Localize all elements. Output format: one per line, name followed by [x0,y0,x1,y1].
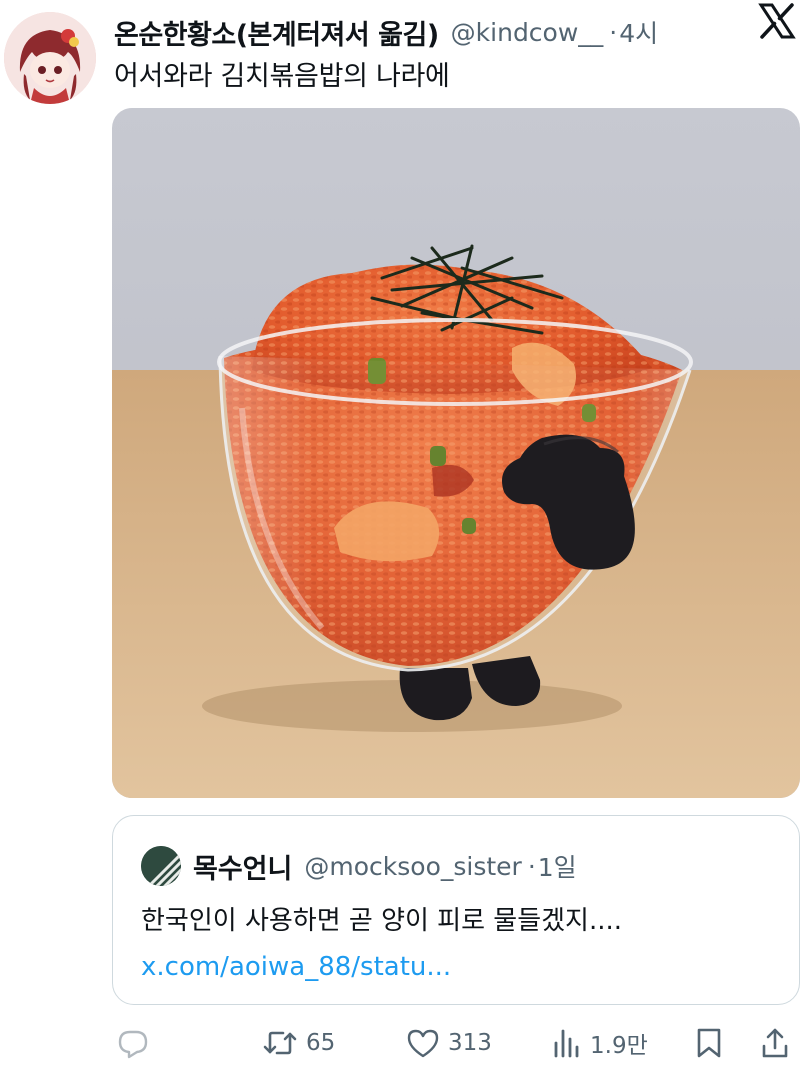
tweet-action-bar: 65 313 1.9만 [112,1018,800,1068]
analytics-icon [554,1029,579,1058]
kimchi-fried-rice-photo [112,108,800,798]
bookmark-button[interactable] [694,1018,724,1068]
tweet-header: 온순한황소(본계터져서 옮김) @kindcow__ · 4시 [114,12,790,52]
like-count: 313 [448,1030,492,1056]
share-button[interactable] [760,1018,790,1068]
tweet-timestamp[interactable]: 4시 [619,14,658,50]
heart-icon [407,1029,439,1058]
retweet-button[interactable]: 65 [262,1018,335,1068]
retweet-count: 65 [306,1030,336,1056]
quoted-tweet-card[interactable]: 목수언니 @mocksoo_sister · 1일 한국인이 사용하면 곧 양이… [112,815,800,1005]
retweet-icon [263,1031,297,1055]
quoted-author-avatar[interactable] [141,846,181,886]
quoted-author-display-name[interactable]: 목수언니 [193,847,292,886]
quoted-tweet-text: 한국인이 사용하면 곧 양이 피로 물들겠지.... [141,906,623,936]
quoted-separator-dot: · [527,851,536,881]
share-icon [762,1028,788,1058]
author-handle[interactable]: @kindcow__ [451,18,604,47]
x-logo-icon[interactable] [758,2,796,40]
views-button[interactable]: 1.9만 [552,1018,648,1068]
avatar-illustration [4,12,96,104]
author-avatar[interactable] [4,12,96,104]
quoted-tweet-timestamp[interactable]: 1일 [538,848,577,884]
tweet-text: 어서와라 김치볶음밥의 나라에 [114,61,450,92]
bookmark-icon [697,1028,721,1058]
views-count: 1.9만 [590,1033,648,1059]
author-display-name[interactable]: 온순한황소(본계터져서 옮김) [114,13,439,52]
reply-icon [118,1030,148,1059]
quoted-tweet-link[interactable]: x.com/aoiwa_88/statu... [141,952,451,982]
separator-dot: · [609,17,618,47]
reply-button[interactable] [116,1018,150,1068]
quoted-tweet-header: 목수언니 @mocksoo_sister · 1일 [141,844,577,888]
tweet-photo[interactable] [112,108,800,798]
like-button[interactable]: 313 [406,1018,492,1068]
quoted-author-handle[interactable]: @mocksoo_sister [304,852,521,881]
